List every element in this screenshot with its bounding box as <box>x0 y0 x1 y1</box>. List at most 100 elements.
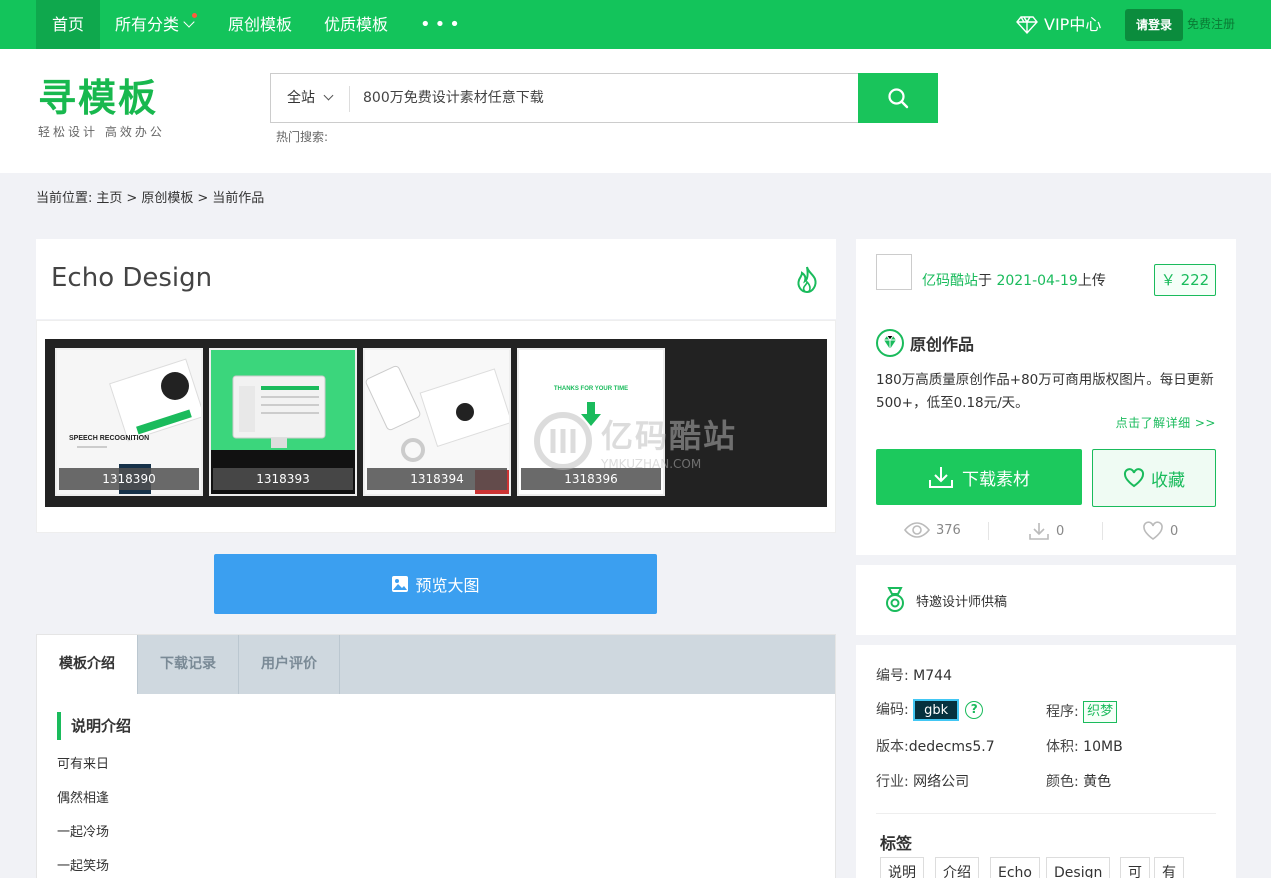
diamond-badge-icon <box>876 329 904 357</box>
description-line: 一起冷场 <box>57 825 110 840</box>
login-button[interactable]: 请登录 <box>1125 9 1183 41</box>
divider <box>349 86 350 112</box>
upload-date: 2021-04-19 <box>996 273 1078 289</box>
breadcrumb: 当前位置: 主页 > 原创模板 > 当前作品 <box>36 187 268 206</box>
image-icon <box>392 576 409 592</box>
meta-id-value: M744 <box>913 668 952 684</box>
preview-large-button[interactable]: 预览大图 <box>214 554 657 614</box>
search-button[interactable] <box>858 73 938 123</box>
like-count-value: 0 <box>1170 523 1179 539</box>
favorite-label: 收藏 <box>1151 470 1185 491</box>
nav-quality-templates[interactable]: 优质模板 <box>324 0 388 49</box>
tab-download-records[interactable]: 下载记录 <box>138 635 239 694</box>
register-link[interactable]: 免费注册 <box>1187 0 1235 49</box>
tag-item[interactable]: Design <box>1046 857 1111 878</box>
thumbnail-id: 1318390 <box>59 468 199 490</box>
breadcrumb-item-home[interactable]: 主页 <box>96 191 122 206</box>
divider <box>1102 522 1103 540</box>
learn-more-link[interactable]: 点击了解详细 >> <box>1116 414 1216 431</box>
notification-dot <box>192 13 198 18</box>
meta-program: 程序: 织梦 <box>1046 701 1118 723</box>
tag-item[interactable]: 有 <box>1154 857 1184 878</box>
nav-more[interactable]: ••• <box>420 0 464 49</box>
gallery-card: SPEECH RECOGNITION 1318390 1318393 13183… <box>36 320 836 533</box>
breadcrumb-separator: > <box>197 191 209 206</box>
item-title: Echo Design <box>51 263 213 293</box>
avatar[interactable] <box>876 254 912 290</box>
description-title: 说明介绍 <box>57 712 131 740</box>
description-line: 一起笑场 <box>57 859 110 874</box>
tag-item[interactable]: 可 <box>1120 857 1150 878</box>
diamond-icon <box>1016 15 1038 34</box>
thumbnail-1[interactable]: SPEECH RECOGNITION 1318390 <box>55 348 203 496</box>
favorite-button[interactable]: 收藏 <box>1092 449 1216 507</box>
hot-search-label: 热门搜索: <box>276 130 329 144</box>
meta-size: 体积: 10MB <box>1046 736 1123 756</box>
heart-icon <box>1123 468 1145 488</box>
meta-encoding-label: 编码: <box>876 702 909 718</box>
designer-badge: 特邀设计师供稿 <box>884 587 1007 613</box>
nav-all-categories[interactable]: 所有分类 <box>115 0 198 49</box>
thumbnail-id: 1318394 <box>367 468 507 490</box>
original-work-title: 原创作品 <box>910 335 975 354</box>
site-slogan: 轻松设计 高效办公 <box>38 125 165 139</box>
watermark-text: 亿码酷站 <box>601 417 738 455</box>
preview-large-label: 预览大图 <box>415 576 480 595</box>
download-count: 0 <box>1028 521 1064 541</box>
heart-icon <box>1143 521 1163 540</box>
site-logo[interactable]: 寻模板 <box>38 67 158 122</box>
breadcrumb-prefix: 当前位置: <box>36 191 93 206</box>
view-count: 376 <box>904 521 961 539</box>
breadcrumb-separator: > <box>126 191 138 206</box>
nav-home[interactable]: 首页 <box>36 0 100 49</box>
meta-color-label: 颜色: <box>1046 774 1079 790</box>
designer-card: 特邀设计师供稿 <box>856 565 1236 635</box>
divider <box>876 813 1216 814</box>
uploader-suffix: 上传 <box>1077 273 1106 289</box>
tag-item[interactable]: 说明 <box>880 857 924 878</box>
help-icon[interactable]: ? <box>965 701 984 719</box>
item-title-bar: Echo Design <box>36 239 836 319</box>
divider <box>988 522 989 540</box>
tab-user-reviews[interactable]: 用户评价 <box>239 635 340 694</box>
download-icon <box>929 467 953 488</box>
thumbnail-2[interactable]: 1318393 <box>209 348 357 496</box>
download-label: 下载素材 <box>962 469 1030 490</box>
thumbnail-id: 1318396 <box>521 468 661 490</box>
fire-icon <box>797 266 817 294</box>
nav-vip-center[interactable]: VIP中心 <box>1016 0 1101 49</box>
tag-item[interactable]: 介绍 <box>935 857 979 878</box>
download-button[interactable]: 下载素材 <box>876 449 1082 505</box>
watermark-text-group: 亿码酷站 YMKUZHAN.COM <box>601 411 737 471</box>
meta-id: 编号: M744 <box>876 665 952 685</box>
breadcrumb-item-current: 当前作品 <box>212 191 265 206</box>
uploader-info: 亿码酷站于 2021-04-19上传 <box>922 270 1106 290</box>
thumbnail-3[interactable]: 1318394 <box>363 348 511 496</box>
view-count-value: 376 <box>936 522 961 538</box>
chevron-down-icon <box>183 16 195 28</box>
top-nav-bar: 首页 所有分类 原创模板 优质模板 ••• VIP中心 请登录 免费注册 <box>0 0 1271 49</box>
original-work-description: 180万高质量原创作品+80万可商用版权图片。每日更新 500+，低至0.18元… <box>876 372 1214 411</box>
eye-icon <box>904 522 930 538</box>
description-line: 偶然相逢 <box>57 791 110 806</box>
meta-version-value: dedecms5.7 <box>908 739 995 755</box>
tab-bar: 模板介绍 下载记录 用户评价 <box>37 635 835 694</box>
tab-template-intro[interactable]: 模板介绍 <box>37 635 138 694</box>
uploader-name[interactable]: 亿码酷站 <box>922 273 978 289</box>
download-icon <box>1029 523 1049 540</box>
search-icon <box>888 88 909 109</box>
meta-size-value: 10MB <box>1083 739 1123 755</box>
search-input[interactable] <box>363 74 843 122</box>
tag-item[interactable]: Echo <box>990 857 1040 878</box>
watermark-logo-icon <box>534 412 592 470</box>
nav-all-categories-label: 所有分类 <box>115 15 180 34</box>
designer-label: 特邀设计师供稿 <box>916 594 1008 610</box>
breadcrumb-item-original[interactable]: 原创模板 <box>141 191 193 206</box>
nav-original-templates[interactable]: 原创模板 <box>228 0 292 49</box>
search-scope-select[interactable]: 全站 <box>287 74 334 122</box>
program-badge: 织梦 <box>1083 701 1118 723</box>
thumbnail-caption-text: THANKS FOR YOUR TIME <box>554 386 628 392</box>
meta-version: 版本:dedecms5.7 <box>876 736 995 756</box>
original-work-heading: 原创作品 <box>876 329 974 357</box>
meta-color-value: 黄色 <box>1083 774 1112 790</box>
